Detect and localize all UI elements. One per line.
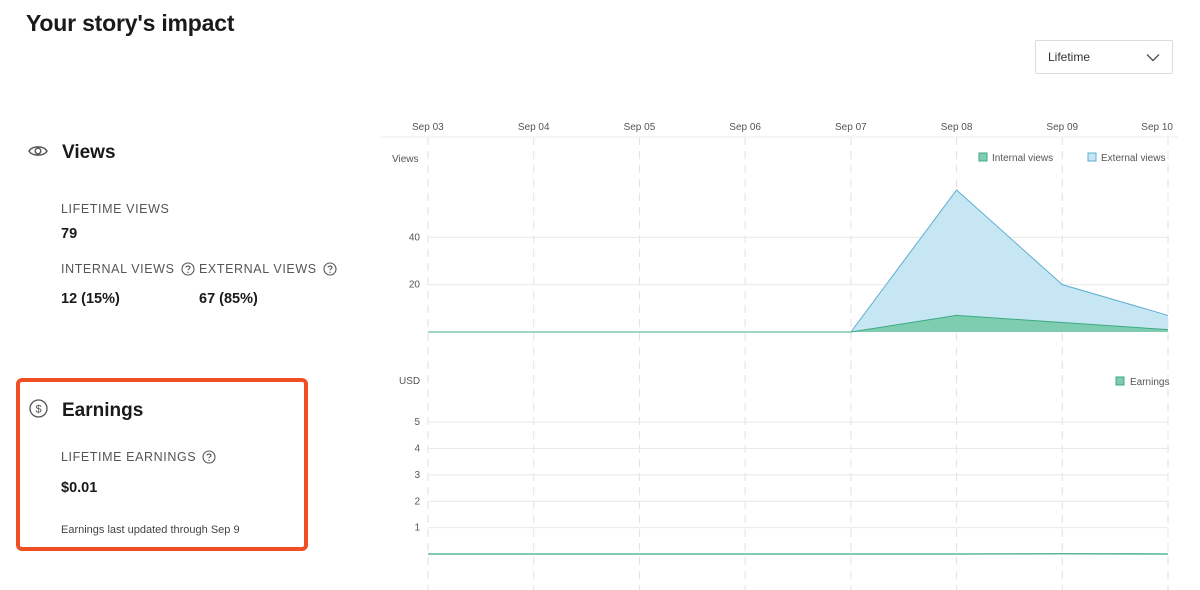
chevron-down-icon — [1146, 53, 1160, 62]
x-tick-label: Sep 09 — [1046, 122, 1078, 133]
y-tick-label: 3 — [414, 470, 420, 481]
views-heading: Views — [62, 142, 116, 163]
lifetime-views-label: LIFETIME VIEWS — [61, 202, 170, 216]
y-axis-label: USD — [399, 376, 420, 387]
legend-label-internal: Internal views — [992, 153, 1053, 164]
legend-swatch-internal — [978, 152, 988, 162]
lifetime-views-value: 79 — [61, 226, 78, 242]
internal-views-value: 12 (15%) — [61, 291, 120, 307]
svg-text:$: $ — [35, 404, 41, 416]
lifetime-earnings-value: $0.01 — [61, 480, 98, 496]
impact-charts: Sep 03 Sep 04 Sep 05 Sep 06 Sep 07 Sep 08 Sep … — [380, 122, 1178, 590]
time-range-value: Lifetime — [1048, 50, 1091, 64]
y-axis-label: Views — [392, 154, 419, 165]
x-tick-label: Sep 07 — [835, 122, 867, 133]
help-icon[interactable] — [202, 450, 216, 464]
y-tick-label: 40 — [409, 232, 421, 243]
eye-icon — [28, 144, 48, 163]
dollar-coin-icon: $ — [29, 399, 48, 423]
x-tick-label: Sep 10 — [1141, 122, 1173, 133]
legend-label-earnings: Earnings — [1130, 377, 1169, 388]
help-icon[interactable] — [180, 262, 195, 276]
internal-views-label: INTERNAL VIEWS — [61, 262, 195, 276]
x-tick-label: Sep 06 — [729, 122, 761, 133]
time-range-select[interactable]: Lifetime — [1035, 40, 1173, 74]
external-views-area — [428, 190, 1168, 332]
y-tick-label: 5 — [414, 417, 420, 428]
legend-label-external: External views — [1101, 153, 1165, 164]
y-tick-label: 1 — [414, 523, 420, 534]
y-tick-label: 20 — [409, 280, 421, 291]
x-tick-label: Sep 08 — [941, 122, 973, 133]
external-views-label: EXTERNAL VIEWS — [199, 262, 337, 276]
external-views-value: 67 (85%) — [199, 291, 258, 307]
y-tick-label: 4 — [414, 444, 420, 455]
x-tick-label: Sep 04 — [518, 122, 550, 133]
x-tick-label: Sep 05 — [624, 122, 656, 133]
earnings-updated-note: Earnings last updated through Sep 9 — [61, 524, 240, 536]
legend-swatch-earnings — [1115, 376, 1125, 386]
lifetime-earnings-label: LIFETIME EARNINGS — [61, 450, 216, 464]
legend-swatch-external — [1087, 152, 1097, 162]
earnings-section-heading: $ Earnings — [29, 399, 143, 423]
x-tick-label: Sep 03 — [412, 122, 444, 133]
y-tick-label: 2 — [414, 496, 420, 507]
page-title: Your story's impact — [26, 10, 235, 36]
help-icon[interactable] — [323, 262, 337, 276]
views-section-heading: Views — [28, 142, 116, 164]
earnings-heading: Earnings — [62, 400, 144, 421]
